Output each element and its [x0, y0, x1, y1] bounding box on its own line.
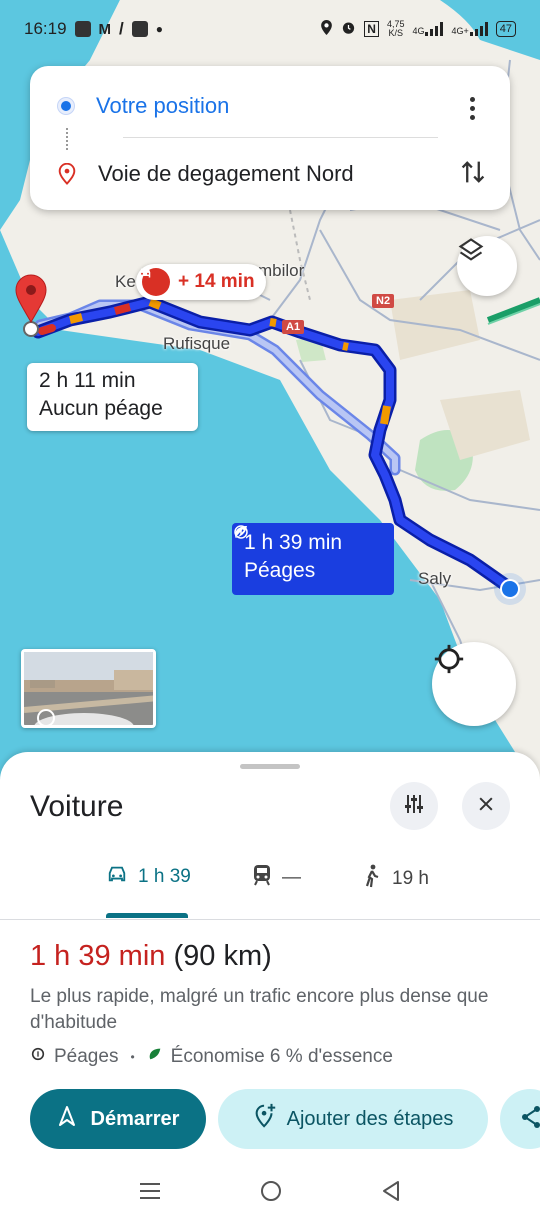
route-dots	[66, 128, 68, 150]
alt-route-callout[interactable]: 2 h 11 min Aucun péage	[27, 363, 198, 431]
system-nav-bar	[0, 1168, 540, 1218]
net2-label: 4G+	[451, 26, 469, 36]
origin-dot-icon	[58, 98, 74, 114]
meta-separator: •	[130, 1050, 135, 1064]
active-tab-indicator	[106, 913, 188, 918]
map-label-saly: Saly	[418, 569, 452, 588]
swap-vert-icon	[459, 157, 487, 192]
signal-1: 4G	[412, 22, 444, 36]
traffic-delay-text: + 14 min	[178, 271, 255, 292]
sheet-grabber[interactable]	[240, 764, 300, 769]
gmail-icon: M	[98, 20, 112, 38]
location-status-icon	[320, 19, 333, 39]
battery-indicator: 47	[495, 21, 516, 37]
swap-button[interactable]	[456, 156, 490, 192]
share-icon	[520, 1105, 540, 1134]
nfc-icon: N	[364, 21, 379, 37]
action-buttons: Démarrer Ajouter des étapes	[30, 1089, 540, 1149]
card-divider	[123, 137, 438, 138]
sheet-title: Voiture	[30, 790, 124, 823]
map-label-rufisque: Rufisque	[163, 334, 231, 353]
train-icon	[252, 864, 272, 892]
route-distance: (90 km)	[173, 940, 272, 972]
toll-small-icon	[30, 1046, 46, 1068]
add-location-icon	[253, 1103, 277, 1135]
more-options-button[interactable]	[462, 88, 482, 128]
route-options-button[interactable]	[390, 782, 438, 830]
directions-card: Votre position Voie de degagement Nord	[30, 66, 510, 210]
destination-field[interactable]: Voie de degagement Nord	[98, 161, 354, 187]
alt-route-note: Aucun péage	[39, 397, 163, 420]
layers-button[interactable]	[457, 236, 517, 296]
car-icon	[106, 864, 128, 890]
home-button[interactable]	[260, 1180, 282, 1207]
traffic-car-icon	[139, 268, 170, 296]
navigation-arrow-icon	[57, 1105, 77, 1133]
road-shield-n2: N2	[372, 294, 395, 308]
my-location-button[interactable]	[432, 642, 516, 726]
back-button[interactable]	[381, 1180, 401, 1207]
travel-mode-tabs: 1 h 39 — 19 h	[0, 850, 540, 920]
main-route-callout[interactable]: 1 h 39 min Péages	[232, 523, 394, 595]
add-stops-button[interactable]: Ajouter des étapes	[218, 1089, 488, 1149]
add-stops-label: Ajouter des étapes	[286, 1107, 454, 1130]
more-vert-dot	[469, 114, 475, 120]
street-view-thumbnail[interactable]	[21, 649, 156, 728]
net-speed: 4,75 K/S	[387, 20, 405, 38]
street-view-icon	[34, 702, 35, 703]
tab-transit-label: —	[282, 867, 301, 888]
destination-row[interactable]: Voie de degagement Nord	[30, 154, 510, 194]
notification-square-icon	[131, 21, 148, 37]
close-button[interactable]	[462, 782, 510, 830]
road-shield-a1: A1	[282, 320, 305, 334]
alt-route-duration: 2 h 11 min	[39, 369, 136, 392]
more-vert-icon	[469, 96, 475, 102]
share-button[interactable]	[500, 1089, 540, 1149]
alarm-icon	[341, 20, 356, 38]
tab-driving[interactable]: 1 h 39	[106, 864, 191, 890]
destination-pin-icon	[58, 163, 76, 185]
app-notification-icon: /	[119, 19, 124, 38]
origin-field[interactable]: Votre position	[96, 93, 229, 119]
tab-driving-label: 1 h 39	[138, 866, 191, 887]
status-bar: 16:19 M / ● N 4,75 K/S 4G 4G+ 47	[0, 0, 540, 58]
bottom-sheet: Voiture 1 h 39 — 19 h 1 h 39 min (90 km)…	[0, 752, 540, 1218]
origin-row[interactable]: Votre position	[30, 86, 510, 126]
recent-apps-button[interactable]	[139, 1181, 161, 1206]
meta-tolls: Péages	[54, 1046, 119, 1067]
more-vert-dot	[469, 105, 475, 111]
more-notifications-icon: ●	[155, 22, 164, 36]
net-speed-unit: K/S	[388, 28, 403, 38]
app-root: Ke mbilor Rufisque Saly N2 A1 + 14 min 2…	[0, 0, 540, 1218]
status-time: 16:19	[24, 19, 67, 38]
tab-walking[interactable]: 19 h	[362, 864, 429, 894]
start-button[interactable]: Démarrer	[30, 1089, 206, 1149]
traffic-delay-chip[interactable]: + 14 min	[136, 264, 266, 300]
main-route-duration: 1 h 39 min	[244, 531, 343, 554]
start-label: Démarrer	[90, 1107, 180, 1130]
main-route-note: Péages	[244, 559, 316, 582]
walk-icon	[362, 864, 382, 894]
signal-bars-2-icon	[469, 22, 488, 36]
meta-eco: Économise 6 % d'essence	[170, 1046, 393, 1067]
route-meta: Péages • Économise 6 % d'essence	[30, 1046, 393, 1068]
notification-icon	[74, 21, 91, 37]
signal-2: 4G+	[451, 22, 488, 36]
route-summary: 1 h 39 min (90 km)	[30, 940, 272, 973]
route-duration: 1 h 39 min	[30, 940, 166, 972]
map-label-ke: Ke	[115, 272, 136, 291]
route-description: Le plus rapide, malgré un trafic encore …	[30, 986, 489, 1033]
tab-walking-label: 19 h	[392, 868, 429, 889]
close-icon	[476, 794, 496, 819]
signal-bars-icon	[425, 22, 444, 36]
net1-label: 4G	[412, 26, 425, 36]
tune-icon	[402, 792, 426, 821]
eco-leaf-small-icon	[147, 1046, 163, 1068]
tab-transit[interactable]: —	[252, 864, 301, 892]
